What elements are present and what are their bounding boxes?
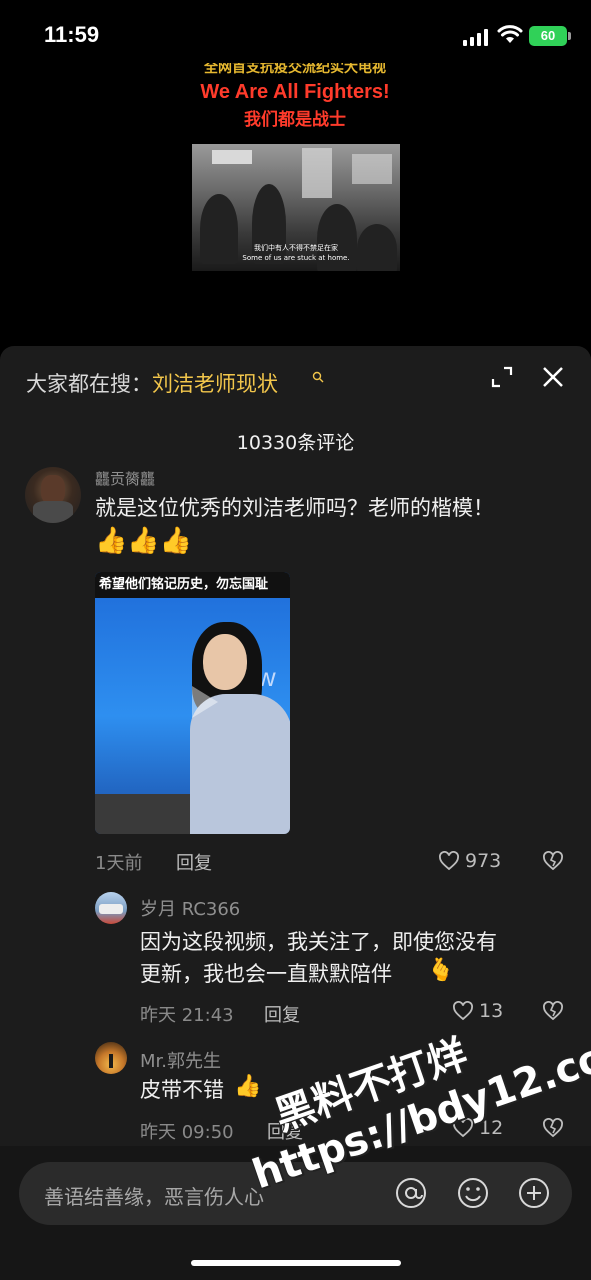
- image-banner-text: 希望他们铭记历史，勿忘国耻: [95, 572, 290, 598]
- thumbs-up-emoji: 👍: [234, 1074, 262, 1099]
- broken-heart-icon[interactable]: [542, 1118, 564, 1138]
- search-icon: [312, 371, 324, 383]
- comment-count: 10330条评论: [236, 432, 355, 454]
- home-indicator[interactable]: [191, 1260, 401, 1266]
- comment-username[interactable]: 龘贡膐龘: [95, 468, 155, 489]
- like-count: 12: [479, 1117, 504, 1139]
- broken-heart-icon[interactable]: [542, 1001, 564, 1021]
- wifi-icon: [497, 25, 523, 43]
- reply-button[interactable]: 回复: [176, 849, 212, 875]
- search-suggestion[interactable]: 大家都在搜：刘洁老师现状: [26, 368, 278, 398]
- thumbs-up-emoji: 👍👍👍: [95, 526, 193, 556]
- video-subtitle-cn: 我们中有人不得不禁足在家: [254, 244, 338, 252]
- finger-heart-emoji: 🫰: [427, 958, 455, 983]
- like-count: 973: [465, 850, 502, 872]
- comment-username[interactable]: 岁月 RC366: [140, 895, 240, 921]
- add-icon[interactable]: [517, 1176, 551, 1210]
- comment-text: 就是这位优秀的刘洁老师吗？老师的楷模！: [95, 496, 494, 520]
- comment-username[interactable]: Mr.郭先生: [140, 1047, 221, 1073]
- close-icon[interactable]: [541, 365, 565, 389]
- comment-input[interactable]: 善语结善缘，恶言伤人心: [19, 1162, 572, 1225]
- reply-button[interactable]: 回复: [267, 1118, 303, 1144]
- emoji-icon[interactable]: [456, 1176, 490, 1210]
- avatar[interactable]: [25, 467, 81, 523]
- cellular-signal-icon: [463, 28, 489, 46]
- comment-image[interactable]: seew 希望他们铭记历史，勿忘国耻: [95, 572, 290, 834]
- comment-time: 昨天 09:50: [140, 1122, 234, 1143]
- battery-icon: 60: [529, 26, 571, 46]
- comment-time: 昨天 21:43: [140, 1005, 234, 1026]
- comment-text-line-1: 因为这段视频，我关注了，即使您没有: [140, 930, 497, 954]
- comment-input-bar: 善语结善缘，恶言伤人心: [0, 1146, 591, 1280]
- video-player[interactable]: 全网首支抗疫交流纪实大电视 We Are All Fighters! 我们都是战…: [0, 55, 591, 345]
- like-count: 13: [479, 1000, 504, 1022]
- comment-sheet: 大家都在搜：刘洁老师现状 10330条评论 龘贡膐龘 就是这位优秀的刘洁老师吗？…: [0, 346, 591, 1280]
- broken-heart-icon[interactable]: [542, 851, 564, 871]
- heart-icon[interactable]: [438, 851, 460, 871]
- video-frame[interactable]: 我们中有人不得不禁足在家 Some of us are stuck at hom…: [192, 144, 400, 271]
- status-time: 11:59: [44, 22, 100, 47]
- comment-text: 皮带不错: [140, 1078, 224, 1102]
- comment-text-line-2: 更新，我也会一直默默陪伴: [140, 962, 392, 986]
- comment-time: 1天前: [95, 853, 143, 874]
- heart-icon[interactable]: [452, 1118, 474, 1138]
- mention-icon[interactable]: [394, 1176, 428, 1210]
- avatar[interactable]: [95, 892, 127, 924]
- video-title-cn: 我们都是战士: [244, 110, 346, 130]
- video-subtitle-en: Some of us are stuck at home.: [242, 254, 350, 262]
- search-suggestion-term[interactable]: 刘洁老师现状: [152, 372, 278, 396]
- play-icon[interactable]: [180, 680, 224, 724]
- expand-icon[interactable]: [491, 366, 513, 388]
- avatar[interactable]: [95, 1042, 127, 1074]
- reply-button[interactable]: 回复: [264, 1001, 300, 1027]
- heart-icon[interactable]: [452, 1001, 474, 1021]
- search-suggestion-prefix: 大家都在搜：: [26, 372, 152, 396]
- video-title-top: 全网首支抗疫交流纪实大电视: [204, 63, 386, 76]
- comment-input-placeholder: 善语结善缘，恶言伤人心: [44, 1185, 264, 1209]
- video-title-en: We Are All Fighters!: [200, 81, 390, 103]
